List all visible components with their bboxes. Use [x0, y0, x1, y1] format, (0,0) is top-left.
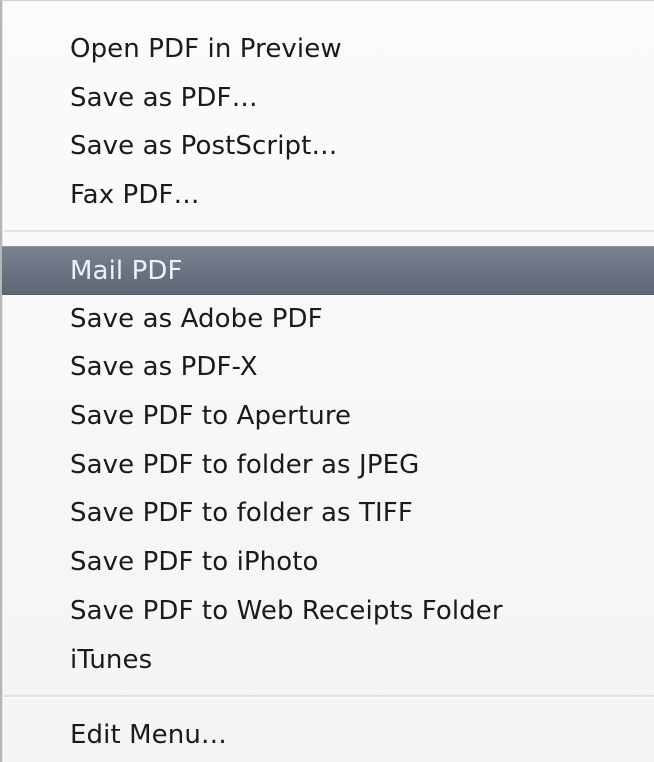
- menu-item-save-as-postscript[interactable]: Save as PostScript…: [2, 122, 654, 171]
- menu-group-edit: Edit Menu…: [2, 711, 654, 760]
- menu-item-save-pdf-to-folder-as-tiff[interactable]: Save PDF to folder as TIFF: [2, 489, 654, 538]
- menu-group-primary: Open PDF in Preview Save as PDF… Save as…: [2, 25, 654, 220]
- menu-item-open-pdf-in-preview[interactable]: Open PDF in Preview: [2, 25, 654, 74]
- menu-item-save-pdf-to-iphoto[interactable]: Save PDF to iPhoto: [2, 538, 654, 587]
- menu-item-save-pdf-to-web-receipts-folder[interactable]: Save PDF to Web Receipts Folder: [2, 587, 654, 636]
- pdf-dropdown-menu: Open PDF in Preview Save as PDF… Save as…: [0, 0, 654, 762]
- menu-item-save-as-pdf[interactable]: Save as PDF…: [2, 74, 654, 123]
- menu-separator: [4, 695, 654, 698]
- menu-item-save-pdf-to-aperture[interactable]: Save PDF to Aperture: [2, 392, 654, 441]
- menu-item-save-as-pdf-x[interactable]: Save as PDF-X: [2, 343, 654, 392]
- menu-item-itunes[interactable]: iTunes: [2, 636, 654, 685]
- menu-item-mail-pdf[interactable]: Mail PDF: [2, 246, 654, 295]
- menu-group-workflows: Mail PDF Save as Adobe PDF Save as PDF-X…: [2, 246, 654, 684]
- menu-item-fax-pdf[interactable]: Fax PDF…: [2, 171, 654, 220]
- menu-item-save-as-adobe-pdf[interactable]: Save as Adobe PDF: [2, 295, 654, 344]
- menu-item-save-pdf-to-folder-as-jpeg[interactable]: Save PDF to folder as JPEG: [2, 441, 654, 490]
- menu-item-edit-menu[interactable]: Edit Menu…: [2, 711, 654, 760]
- menu-separator: [4, 230, 654, 233]
